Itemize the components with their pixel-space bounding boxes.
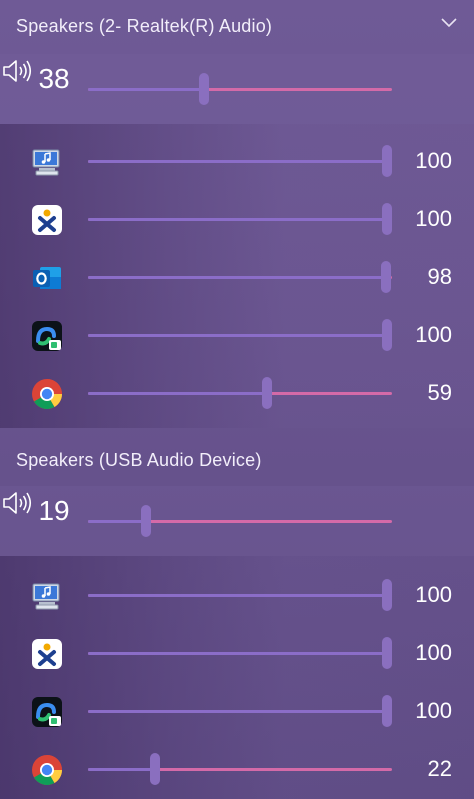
meet-app-icon[interactable]	[30, 319, 64, 353]
volume-value: 19	[38, 495, 70, 526]
master-volume-row: 38	[0, 54, 474, 124]
slider-thumb[interactable]	[382, 637, 392, 669]
app-volume-row: 100	[0, 190, 474, 248]
volume-value: 98	[427, 264, 452, 289]
master-volume-row: 19	[0, 486, 474, 556]
chrome-icon[interactable]	[30, 377, 64, 411]
volume-value: 100	[415, 698, 452, 723]
slider-thumb[interactable]	[382, 145, 392, 177]
device-title: Speakers (USB Audio Device)	[16, 449, 262, 470]
volume-slider[interactable]	[88, 505, 392, 537]
volume-slider[interactable]	[88, 261, 392, 293]
slider-thumb[interactable]	[149, 753, 160, 785]
volume-value: 100	[415, 148, 452, 173]
volume-slider[interactable]	[88, 73, 392, 105]
speaker-icon[interactable]	[0, 60, 38, 92]
app-volume-row: 100	[0, 132, 474, 190]
outlook-icon[interactable]	[30, 261, 64, 295]
device-header: Speakers (2- Realtek(R) Audio)	[0, 0, 474, 52]
slider-thumb[interactable]	[382, 319, 392, 351]
app-volume-row: 100	[0, 624, 474, 682]
volume-slider[interactable]	[88, 377, 392, 409]
app-volume-row: 98	[0, 248, 474, 306]
volume-value: 100	[415, 206, 452, 231]
volume-slider[interactable]	[88, 579, 392, 611]
xing-icon[interactable]	[30, 203, 64, 237]
slider-thumb[interactable]	[382, 579, 392, 611]
chevron-down-icon[interactable]	[440, 16, 458, 28]
meet-app-icon[interactable]	[30, 695, 64, 729]
volume-slider[interactable]	[88, 319, 392, 351]
app-volume-row: 22	[0, 740, 474, 798]
app-volume-row: 100	[0, 682, 474, 740]
slider-thumb[interactable]	[262, 377, 273, 409]
slider-thumb[interactable]	[140, 505, 151, 537]
volume-value: 38	[38, 63, 70, 94]
slider-thumb[interactable]	[382, 695, 392, 727]
xing-icon[interactable]	[30, 637, 64, 671]
app-volume-row: 59	[0, 364, 474, 422]
app-volume-row: 100	[0, 566, 474, 624]
volume-value: 100	[415, 640, 452, 665]
volume-value: 22	[427, 756, 452, 781]
device-header: Speakers (USB Audio Device)	[0, 434, 474, 486]
volume-value: 100	[415, 322, 452, 347]
volume-value: 59	[427, 380, 452, 405]
volume-slider[interactable]	[88, 695, 392, 727]
speaker-icon[interactable]	[0, 492, 38, 524]
system-sounds-icon[interactable]	[30, 145, 64, 179]
slider-thumb[interactable]	[380, 261, 391, 293]
volume-slider[interactable]	[88, 145, 392, 177]
slider-thumb[interactable]	[198, 73, 209, 105]
volume-value: 100	[415, 582, 452, 607]
slider-thumb[interactable]	[382, 203, 392, 235]
chrome-icon[interactable]	[30, 753, 64, 787]
volume-slider[interactable]	[88, 637, 392, 669]
app-volume-row: 100	[0, 306, 474, 364]
volume-slider[interactable]	[88, 753, 392, 785]
volume-slider[interactable]	[88, 203, 392, 235]
system-sounds-icon[interactable]	[30, 579, 64, 613]
device-title: Speakers (2- Realtek(R) Audio)	[16, 15, 273, 36]
